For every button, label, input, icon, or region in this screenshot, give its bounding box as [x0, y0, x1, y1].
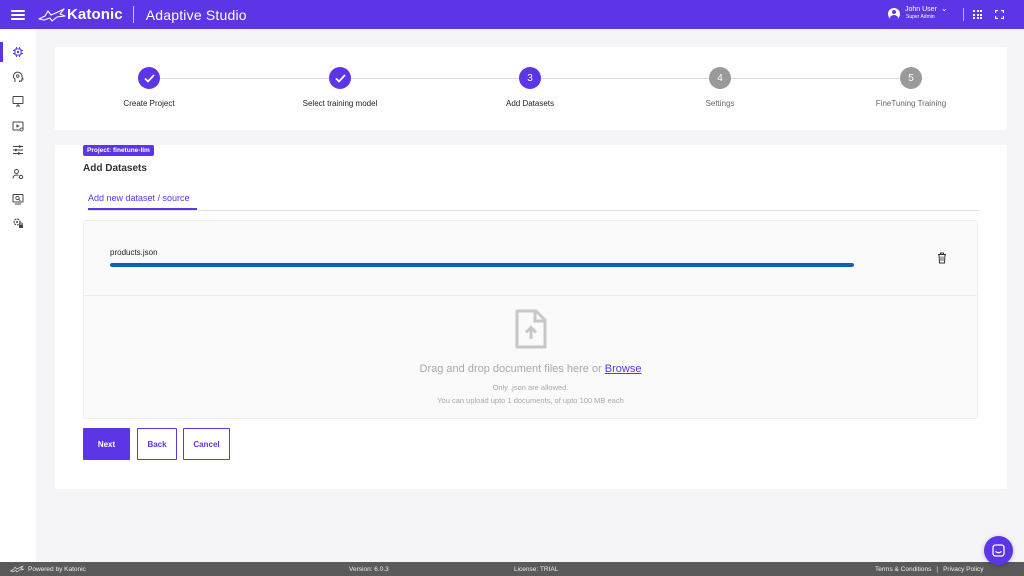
- step-create-project: Create Project: [59, 67, 239, 108]
- allowed-types-hint: Only .json are allowed.: [492, 383, 569, 392]
- step-number: 4: [709, 67, 731, 89]
- header-divider-right: [963, 8, 964, 21]
- footer-links: Terms & Conditions | Privacy Policy: [875, 566, 984, 573]
- screen-search-icon: [12, 194, 24, 205]
- check-icon: [138, 67, 160, 89]
- trash-icon[interactable]: [937, 252, 947, 264]
- upload-progress-fill: [110, 263, 854, 267]
- user-settings-icon: [12, 169, 24, 180]
- chat-icon: [992, 544, 1005, 557]
- sidebar-item-brain[interactable]: [0, 67, 36, 87]
- sidebar-item-user-settings[interactable]: [0, 164, 36, 184]
- step-select-training-model: Select training model: [250, 67, 430, 108]
- step-number: 5: [900, 67, 922, 89]
- stepper: Create Project Select training model 3 A…: [55, 47, 1007, 130]
- version-text: Version: 6.0.3: [349, 565, 389, 573]
- avatar-icon: [888, 8, 900, 20]
- upload-box: products.json Drag and drop document fil…: [83, 220, 978, 419]
- step-label: FineTuning Training: [875, 99, 947, 108]
- file-upload-icon: [515, 309, 547, 349]
- tab-add-new-dataset[interactable]: Add new dataset / source: [88, 193, 190, 203]
- monitor-icon: [12, 96, 24, 107]
- footer-separator: |: [936, 565, 939, 573]
- header-divider: [132, 6, 134, 23]
- drop-instructions: Drag and drop document files here or: [419, 363, 602, 375]
- browse-link[interactable]: Browse: [605, 363, 642, 375]
- user-menu[interactable]: John User ⌄ Super Admin: [888, 5, 948, 20]
- check-icon: [329, 67, 351, 89]
- sidebar-item-gear-lock[interactable]: [0, 213, 36, 233]
- next-button[interactable]: Next: [83, 428, 130, 460]
- menu-icon[interactable]: [11, 9, 25, 20]
- sidebar-item-monitor[interactable]: [0, 91, 36, 111]
- upload-limit-hint: You can upload upto 1 documents, of upto…: [437, 396, 624, 405]
- chevron-down-icon: ⌄: [940, 4, 948, 13]
- tab-divider: [88, 210, 980, 211]
- cancel-button[interactable]: Cancel: [183, 428, 230, 460]
- privacy-link[interactable]: Privacy Policy: [943, 566, 983, 573]
- brain-icon: [12, 71, 24, 82]
- user-name: John User: [905, 5, 937, 13]
- chat-button[interactable]: [984, 536, 1013, 565]
- dataset-panel: Project: finetune-llm Add Datasets Add n…: [55, 145, 1007, 489]
- powered-by-text: Powered by Katonic: [28, 565, 86, 573]
- brand-logo[interactable]: Katonic: [38, 6, 123, 23]
- step-label: Settings: [705, 99, 735, 108]
- file-drop-zone[interactable]: Drag and drop document files here or Bro…: [84, 297, 977, 418]
- chip-icon: [13, 47, 23, 57]
- back-button[interactable]: Back: [137, 428, 177, 460]
- sidebar-item-video[interactable]: [0, 116, 36, 136]
- step-add-datasets: 3 Add Datasets: [440, 67, 620, 108]
- top-bar: Katonic Adaptive Studio John User ⌄ Super…: [0, 0, 1024, 29]
- katonic-logo-icon: [38, 7, 66, 22]
- powered-by: Powered by Katonic: [10, 565, 86, 573]
- step-settings: 4 Settings: [630, 67, 810, 108]
- katonic-logo-icon: [10, 565, 24, 573]
- file-name: products.json: [110, 248, 158, 257]
- user-role: Super Admin: [906, 14, 935, 20]
- license-text: License: TRIAL: [514, 565, 559, 573]
- sidebar: [0, 29, 36, 562]
- upload-progress-bar: [110, 263, 854, 267]
- gear-lock-icon: [13, 218, 23, 228]
- sidebar-item-chip[interactable]: [0, 42, 36, 62]
- section-title: Add Datasets: [83, 163, 147, 174]
- sliders-icon: [13, 145, 23, 155]
- uploaded-file-row: products.json: [84, 221, 977, 296]
- terms-link[interactable]: Terms & Conditions: [875, 566, 931, 573]
- sidebar-item-sliders[interactable]: [0, 140, 36, 160]
- step-label: Select training model: [302, 99, 378, 108]
- fullscreen-icon[interactable]: [995, 10, 1004, 19]
- brand-name: Katonic: [67, 6, 123, 23]
- project-badge: Project: finetune-llm: [83, 145, 154, 156]
- step-label: Create Project: [123, 99, 175, 108]
- sidebar-item-screen-search[interactable]: [0, 189, 36, 209]
- step-finetuning-training: 5 FineTuning Training: [821, 67, 1001, 108]
- step-number: 3: [519, 67, 541, 89]
- app-title: Adaptive Studio: [145, 6, 247, 23]
- video-settings-icon: [12, 121, 24, 132]
- apps-grid-icon[interactable]: [973, 10, 982, 19]
- step-label: Add Datasets: [505, 99, 555, 108]
- footer: Powered by Katonic Version: 6.0.3 Licens…: [0, 562, 1024, 576]
